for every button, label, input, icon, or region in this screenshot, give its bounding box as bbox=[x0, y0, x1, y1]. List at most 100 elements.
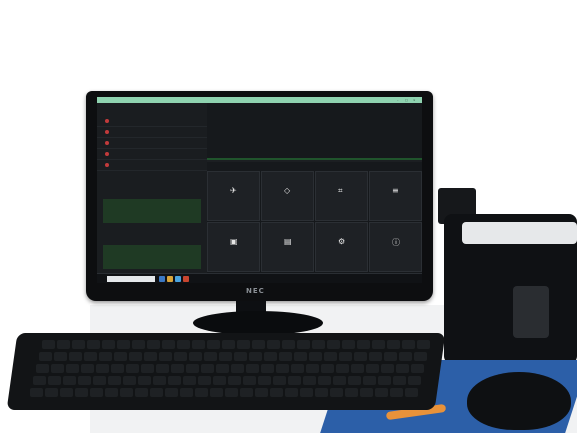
keyboard-key bbox=[108, 376, 121, 385]
keyboard-key bbox=[228, 376, 241, 385]
keyboard-key bbox=[30, 388, 43, 397]
taskbar-app-icon[interactable] bbox=[175, 276, 181, 282]
keyboard-key bbox=[222, 340, 235, 349]
keyboard-key bbox=[159, 352, 172, 361]
keyboard-key bbox=[135, 388, 148, 397]
list-item[interactable] bbox=[97, 161, 207, 171]
keyboard-key bbox=[366, 364, 379, 373]
keyboard-key bbox=[405, 388, 418, 397]
taskbar-app-icon[interactable] bbox=[159, 276, 165, 282]
keyboard-key bbox=[303, 376, 316, 385]
keyboard-key bbox=[276, 364, 289, 373]
keyboard-key bbox=[252, 340, 265, 349]
keyboard-key bbox=[120, 388, 133, 397]
tile-2[interactable]: ◇ bbox=[261, 171, 314, 221]
keyboard-key bbox=[384, 352, 397, 361]
tile-1[interactable]: ✈ bbox=[207, 171, 260, 221]
list-item[interactable] bbox=[97, 139, 207, 149]
keyboard-key bbox=[201, 364, 214, 373]
keyboard-key bbox=[321, 364, 334, 373]
box-icon: ▣ bbox=[230, 237, 238, 246]
monitor-screen: – □ × ✈ ◇ ⌗ ≡ ▣ ▤ ⚙ ⓘ bbox=[97, 97, 422, 283]
keyboard-key bbox=[372, 340, 385, 349]
taskbar-app-icon[interactable] bbox=[167, 276, 173, 282]
maximize-icon[interactable]: □ bbox=[405, 98, 408, 102]
keyboard-key bbox=[204, 352, 217, 361]
tag-icon: ◇ bbox=[284, 186, 291, 195]
keyboard-key bbox=[114, 352, 127, 361]
tile-6[interactable]: ▤ bbox=[261, 222, 314, 272]
keyboard-key bbox=[171, 364, 184, 373]
keyboard-key bbox=[225, 388, 238, 397]
printer-slot bbox=[513, 286, 549, 338]
keyboard-key bbox=[69, 352, 82, 361]
keyboard-key bbox=[240, 388, 253, 397]
taskbar-search[interactable] bbox=[107, 276, 155, 282]
keyboard-key bbox=[315, 388, 328, 397]
keyboard-key bbox=[129, 352, 142, 361]
keyboard-key bbox=[270, 388, 283, 397]
status-dot bbox=[105, 163, 109, 167]
keyboard-key bbox=[57, 340, 70, 349]
keyboard-key bbox=[291, 364, 304, 373]
keyboard-key bbox=[414, 352, 427, 361]
keyboard-key bbox=[333, 376, 346, 385]
scan-icon: ⌗ bbox=[338, 186, 343, 195]
keyboard-key bbox=[96, 364, 109, 373]
tile-grid: ✈ ◇ ⌗ ≡ ▣ ▤ ⚙ ⓘ bbox=[207, 171, 422, 273]
keyboard-key bbox=[141, 364, 154, 373]
minimize-icon[interactable]: – bbox=[397, 98, 399, 102]
keyboard-key bbox=[285, 388, 298, 397]
keyboard-key bbox=[105, 388, 118, 397]
keyboard-key bbox=[180, 388, 193, 397]
keyboard-key bbox=[330, 388, 343, 397]
keyboard-key bbox=[369, 352, 382, 361]
keyboard-key bbox=[168, 376, 181, 385]
keyboard-key bbox=[81, 364, 94, 373]
keyboard-key bbox=[390, 388, 403, 397]
taskbar bbox=[97, 273, 422, 283]
keyboard-key bbox=[273, 376, 286, 385]
keyboard-key bbox=[342, 340, 355, 349]
keyboard-key bbox=[117, 340, 130, 349]
keyboard-key bbox=[132, 340, 145, 349]
document-icon: ▤ bbox=[284, 237, 292, 246]
keyboard-key bbox=[351, 364, 364, 373]
keyboard-key bbox=[63, 376, 76, 385]
status-dot bbox=[105, 130, 109, 134]
tile-5[interactable]: ▣ bbox=[207, 222, 260, 272]
list-item[interactable] bbox=[97, 150, 207, 160]
tile-3[interactable]: ⌗ bbox=[315, 171, 368, 221]
tile-4[interactable]: ≡ bbox=[369, 171, 422, 221]
list-item[interactable] bbox=[97, 128, 207, 138]
keyboard-key bbox=[147, 340, 160, 349]
keyboard-key bbox=[336, 364, 349, 373]
keyboard-key bbox=[267, 340, 280, 349]
keyboard-key bbox=[156, 364, 169, 373]
keyboard-key bbox=[78, 376, 91, 385]
tile-8[interactable]: ⓘ bbox=[369, 222, 422, 272]
keyboard-key bbox=[153, 376, 166, 385]
keyboard-key bbox=[174, 352, 187, 361]
keyboard-key bbox=[198, 376, 211, 385]
keyboard-key bbox=[246, 364, 259, 373]
keyboard-key bbox=[297, 340, 310, 349]
taskbar-app-icon[interactable] bbox=[183, 276, 189, 282]
info-icon: ⓘ bbox=[392, 238, 400, 247]
keyboard-key bbox=[54, 352, 67, 361]
keyboard-key bbox=[219, 352, 232, 361]
keyboard-key bbox=[234, 352, 247, 361]
monitor-brand-logo: NEC bbox=[246, 287, 265, 295]
keyboard-key bbox=[39, 352, 52, 361]
keyboard-key bbox=[411, 364, 424, 373]
keyboard-key bbox=[99, 352, 112, 361]
keyboard-key bbox=[300, 388, 313, 397]
keyboard-key bbox=[102, 340, 115, 349]
keyboard-key bbox=[345, 388, 358, 397]
list-item[interactable] bbox=[97, 117, 207, 127]
tile-7[interactable]: ⚙ bbox=[315, 222, 368, 272]
keyboard-key bbox=[363, 376, 376, 385]
close-icon[interactable]: × bbox=[413, 98, 416, 102]
mouse bbox=[467, 372, 571, 430]
keyboard-key bbox=[294, 352, 307, 361]
